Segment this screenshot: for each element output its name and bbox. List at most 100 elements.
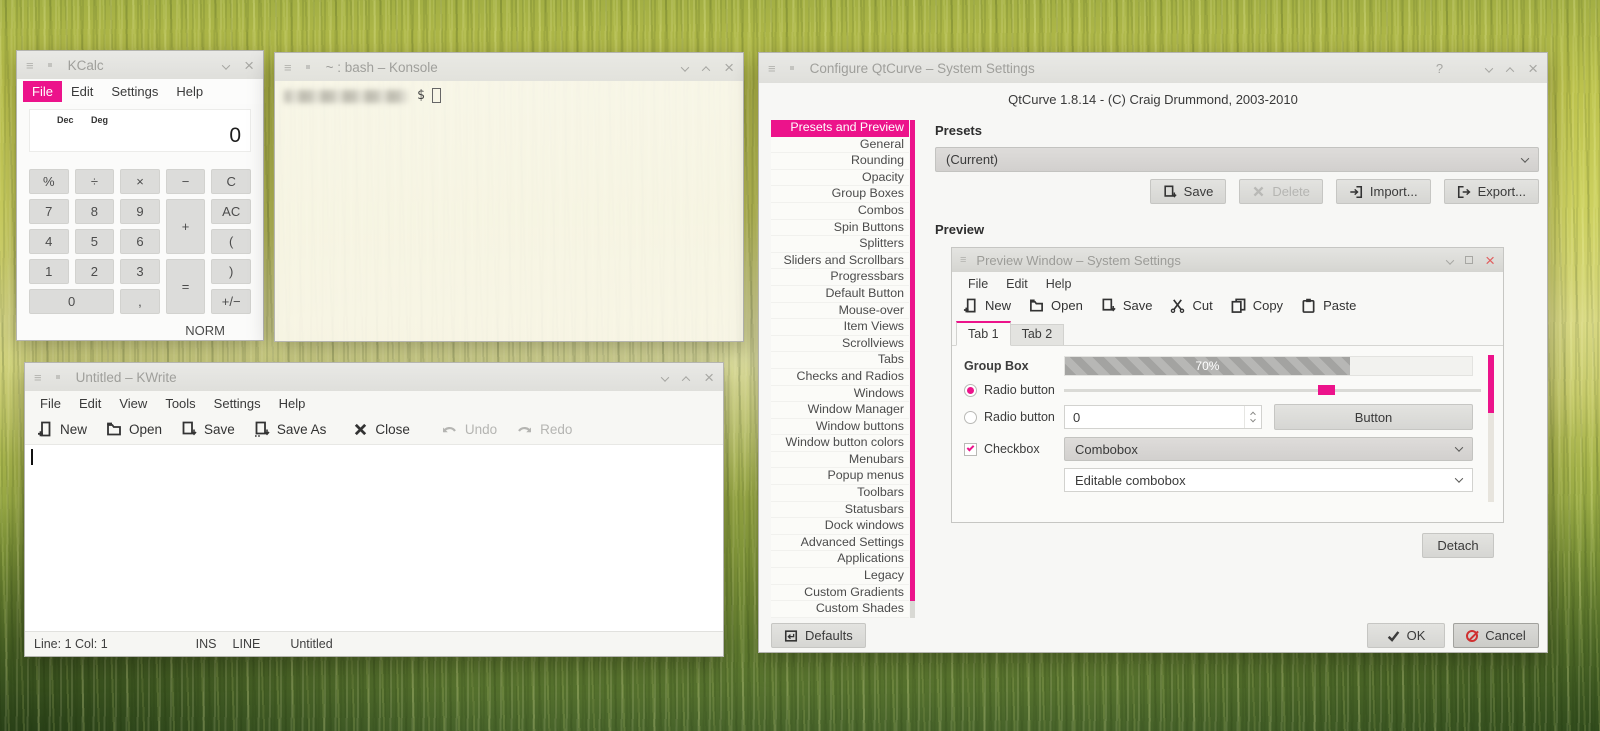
category-list-item[interactable]: Opacity (771, 169, 909, 187)
key-2[interactable]: 2 (74, 259, 115, 284)
maximize-icon[interactable] (701, 60, 711, 75)
open-button[interactable]: Open (1029, 298, 1083, 313)
save-button[interactable]: Save (181, 421, 235, 437)
category-list-item[interactable]: Spin Buttons (771, 219, 909, 237)
menu-file[interactable]: File (31, 393, 70, 414)
help-icon[interactable]: ? (1436, 62, 1443, 75)
defaults-button[interactable]: Defaults (771, 623, 866, 648)
category-list-item[interactable]: Dock windows (771, 518, 909, 535)
category-list-item[interactable]: Window buttons (771, 418, 909, 436)
key-1[interactable]: 1 (29, 259, 69, 284)
redo-button[interactable]: Redo (516, 422, 572, 437)
key-close-paren[interactable]: ) (211, 259, 251, 284)
detach-button[interactable]: Detach (1422, 533, 1494, 558)
key-0[interactable]: 0 (29, 289, 115, 314)
close-icon[interactable]: × (1528, 60, 1538, 77)
key-multiply[interactable]: × (120, 169, 160, 194)
menu-edit[interactable]: Edit (70, 393, 110, 414)
radio-button-unselected[interactable] (964, 410, 977, 424)
category-list-item[interactable]: Mouse-over (771, 302, 909, 320)
key-clear[interactable]: C (211, 169, 251, 194)
category-list-item[interactable]: Advanced Settings (771, 534, 909, 552)
minimize-icon[interactable] (221, 58, 231, 73)
key-7[interactable]: 7 (29, 199, 69, 224)
category-list-item[interactable]: Custom Gradients (771, 584, 909, 602)
menu-help[interactable]: Help (270, 393, 315, 414)
menu-file[interactable]: File (23, 81, 62, 102)
tab-2[interactable]: Tab 2 (1010, 324, 1065, 345)
line-ending-indicator[interactable]: LINE (233, 637, 261, 651)
category-list-item[interactable]: Presets and Preview (771, 120, 909, 137)
menu-tools[interactable]: Tools (156, 393, 204, 414)
close-icon[interactable]: × (724, 59, 734, 76)
sidebar-scrollbar[interactable] (910, 120, 915, 618)
category-list-item[interactable]: Progressbars (771, 269, 909, 286)
cancel-button[interactable]: Cancel (1453, 623, 1539, 648)
close-icon[interactable]: × (704, 369, 714, 386)
key-5[interactable]: 5 (74, 229, 115, 254)
key-plus-minus[interactable]: +/− (211, 289, 251, 314)
spinbox[interactable]: 0 (1064, 405, 1262, 429)
key-minus[interactable]: − (165, 169, 206, 194)
checkbox-checked[interactable] (964, 442, 977, 456)
category-list-item[interactable]: Splitters (771, 236, 909, 253)
key-9[interactable]: 9 (120, 199, 160, 224)
menu-settings[interactable]: Settings (102, 81, 167, 102)
close-document-button[interactable]: Close (353, 422, 410, 437)
menu-file[interactable]: File (959, 275, 997, 293)
preset-combobox[interactable]: (Current) (935, 147, 1539, 172)
ok-button[interactable]: OK (1367, 623, 1445, 648)
category-list-item[interactable]: Window button colors (771, 435, 909, 452)
window-menu-icon[interactable]: ≡ (34, 371, 42, 384)
editable-combobox[interactable]: Editable combobox (1064, 468, 1473, 492)
menu-help[interactable]: Help (1037, 275, 1081, 293)
key-6[interactable]: 6 (120, 229, 160, 254)
window-menu-icon[interactable]: ≡ (284, 61, 292, 74)
key-8[interactable]: 8 (74, 199, 115, 224)
category-list-item[interactable]: Applications (771, 551, 909, 569)
new-button[interactable]: New (963, 298, 1011, 313)
category-list-item[interactable]: Menubars (771, 451, 909, 469)
insert-mode-indicator[interactable]: INS (196, 637, 217, 651)
key-3[interactable]: 3 (120, 259, 160, 284)
menu-help[interactable]: Help (167, 81, 212, 102)
category-list-item[interactable]: Item Views (771, 319, 909, 336)
category-list-item[interactable]: Default Button (771, 285, 909, 303)
minimize-icon[interactable] (680, 60, 690, 75)
key-equals[interactable]: = (165, 259, 206, 314)
category-list-item[interactable]: Legacy (771, 568, 909, 585)
maximize-icon[interactable] (681, 370, 691, 385)
save-as-button[interactable]: Save As (254, 421, 326, 437)
cut-button[interactable]: Cut (1170, 298, 1213, 313)
sidebar-scrollbar-thumb[interactable] (910, 120, 915, 601)
horizontal-slider[interactable] (1064, 383, 1481, 397)
category-list-item[interactable]: Windows (771, 385, 909, 403)
key-comma[interactable]: , (120, 289, 160, 314)
menu-view[interactable]: View (110, 393, 156, 414)
category-list-item[interactable]: Scrollviews (771, 335, 909, 353)
key-4[interactable]: 4 (29, 229, 69, 254)
open-button[interactable]: Open (106, 421, 162, 437)
menu-settings[interactable]: Settings (205, 393, 270, 414)
preset-export-button[interactable]: Export... (1443, 179, 1539, 204)
category-list-item[interactable]: Toolbars (771, 485, 909, 502)
menu-edit[interactable]: Edit (997, 275, 1037, 293)
konsole-titlebar[interactable]: ≡ ~ : bash – Konsole × (275, 53, 743, 81)
key-plus[interactable]: + (165, 199, 206, 254)
key-percent[interactable]: % (29, 169, 69, 194)
category-list-item[interactable]: Window Manager (771, 402, 909, 419)
sample-combobox[interactable]: Combobox (1064, 437, 1473, 461)
window-menu-icon[interactable]: ≡ (26, 59, 34, 72)
spin-down-icon[interactable] (1250, 416, 1256, 423)
paste-button[interactable]: Paste (1301, 298, 1356, 313)
close-icon[interactable]: × (244, 57, 254, 74)
minimize-icon[interactable] (660, 370, 670, 385)
copy-button[interactable]: Copy (1231, 298, 1283, 313)
undo-button[interactable]: Undo (441, 422, 497, 437)
category-list-item[interactable]: Checks and Radios (771, 368, 909, 386)
kcalc-titlebar[interactable]: ≡ KCalc × (17, 51, 263, 79)
tab-1[interactable]: Tab 1 (956, 321, 1011, 346)
maximize-icon[interactable] (1505, 61, 1515, 76)
preset-import-button[interactable]: Import... (1335, 179, 1431, 204)
category-list-item[interactable]: Group Boxes (771, 186, 909, 203)
